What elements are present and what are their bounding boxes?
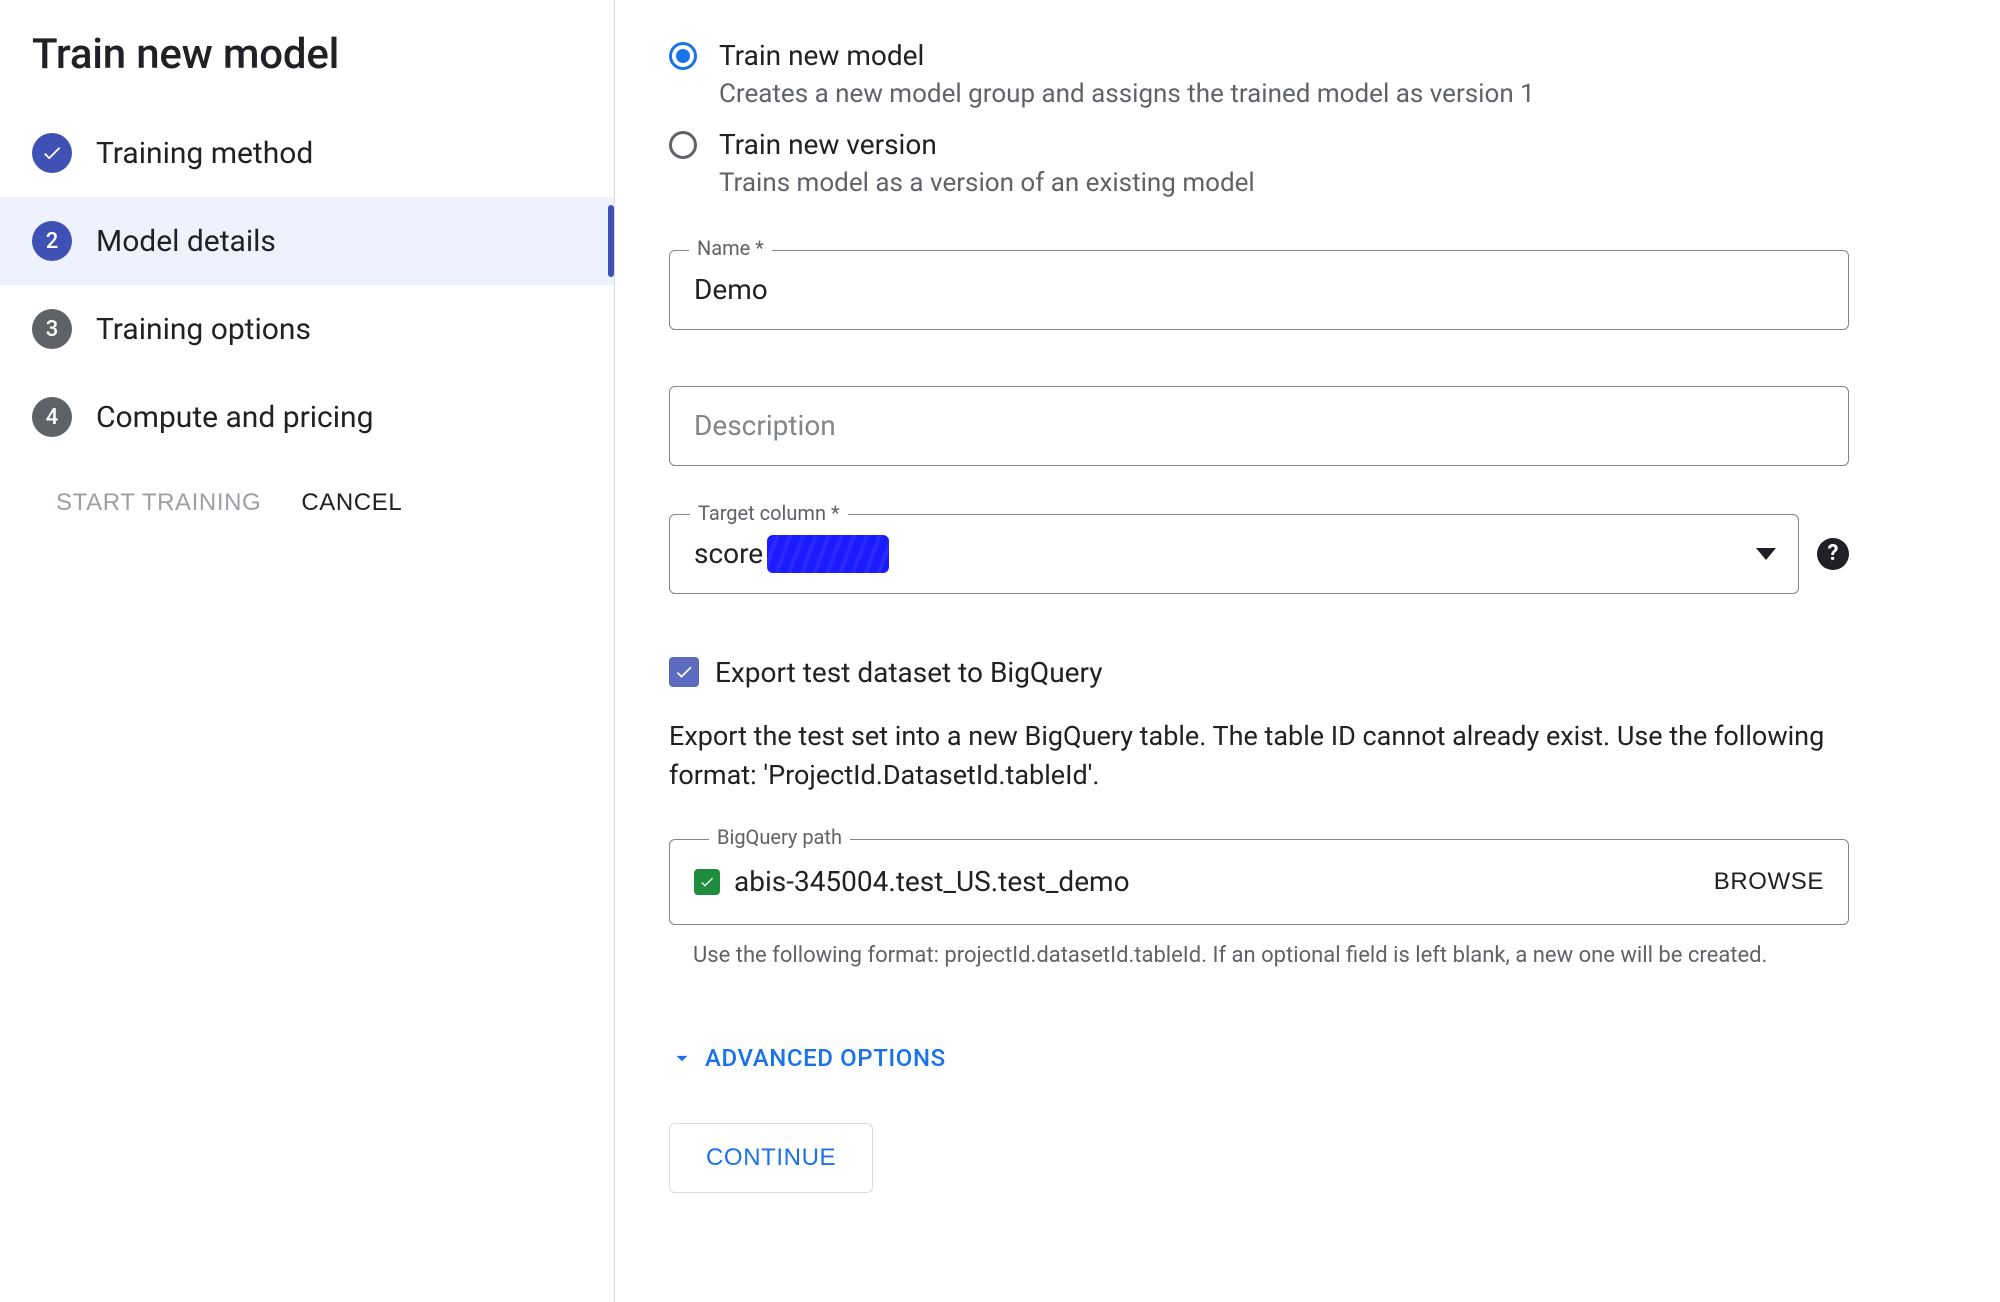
- sidebar: Train new model Training method 2 Model …: [0, 0, 615, 1302]
- start-training-button: START TRAINING: [56, 489, 261, 517]
- bigquery-helper-text: Use the following format: projectId.data…: [693, 939, 1849, 972]
- field-label: Name *: [689, 236, 772, 260]
- description-field: [669, 386, 1849, 466]
- radio-icon: [669, 131, 697, 159]
- radio-icon: [669, 42, 697, 70]
- continue-button[interactable]: CONTINUE: [669, 1123, 873, 1193]
- step-label: Model details: [96, 224, 276, 259]
- step-number-badge: 2: [32, 221, 72, 261]
- step-number-badge: 3: [32, 309, 72, 349]
- step-training-method[interactable]: Training method: [0, 109, 614, 197]
- step-training-options[interactable]: 3 Training options: [0, 285, 614, 373]
- checkmark-badge-icon: [32, 133, 72, 173]
- bigquery-path-field: BigQuery path abis-345004.test_US.test_d…: [669, 839, 1849, 972]
- radio-title: Train new model: [719, 38, 1535, 74]
- radio-title: Train new version: [719, 127, 1255, 163]
- name-field: Name *: [669, 250, 1849, 330]
- cancel-button[interactable]: CANCEL: [301, 489, 402, 517]
- radio-train-new-model[interactable]: Train new model Creates a new model grou…: [669, 38, 1849, 113]
- field-label: Target column *: [690, 501, 848, 525]
- checkbox-label: Export test dataset to BigQuery: [715, 656, 1102, 689]
- chevron-down-icon: [669, 1045, 695, 1071]
- verified-check-icon: [694, 869, 720, 895]
- bigquery-path-value: abis-345004.test_US.test_demo: [734, 865, 1700, 898]
- target-column-value: score: [694, 537, 763, 570]
- page-title: Train new model: [0, 0, 614, 109]
- step-label: Training method: [96, 136, 313, 171]
- step-number-badge: 4: [32, 397, 72, 437]
- name-input[interactable]: [694, 273, 1824, 306]
- radio-description: Trains model as a version of an existing…: [719, 165, 1255, 201]
- step-compute-and-pricing[interactable]: 4 Compute and pricing: [0, 373, 614, 461]
- step-label: Training options: [96, 312, 311, 347]
- step-label: Compute and pricing: [96, 400, 373, 435]
- export-info-text: Export the test set into a new BigQuery …: [669, 717, 1849, 795]
- redacted-region: [773, 539, 883, 569]
- target-column-select[interactable]: Target column * score: [669, 514, 1799, 594]
- chevron-down-icon: [1756, 548, 1776, 560]
- advanced-options-toggle[interactable]: ADVANCED OPTIONS: [669, 1044, 946, 1072]
- field-label: BigQuery path: [709, 825, 850, 849]
- description-input[interactable]: [694, 409, 1824, 442]
- browse-button[interactable]: BROWSE: [1714, 868, 1824, 896]
- advanced-options-label: ADVANCED OPTIONS: [705, 1044, 946, 1072]
- help-icon[interactable]: ?: [1817, 538, 1849, 570]
- radio-description: Creates a new model group and assigns th…: [719, 76, 1535, 112]
- radio-train-new-version[interactable]: Train new version Trains model as a vers…: [669, 127, 1849, 202]
- target-column-field: Target column * score ?: [669, 514, 1849, 594]
- checkbox-checked-icon: [669, 657, 699, 687]
- export-test-dataset-checkbox[interactable]: Export test dataset to BigQuery: [669, 656, 1849, 689]
- step-model-details[interactable]: 2 Model details: [0, 197, 614, 285]
- main-panel: Train new model Creates a new model grou…: [615, 0, 2000, 1302]
